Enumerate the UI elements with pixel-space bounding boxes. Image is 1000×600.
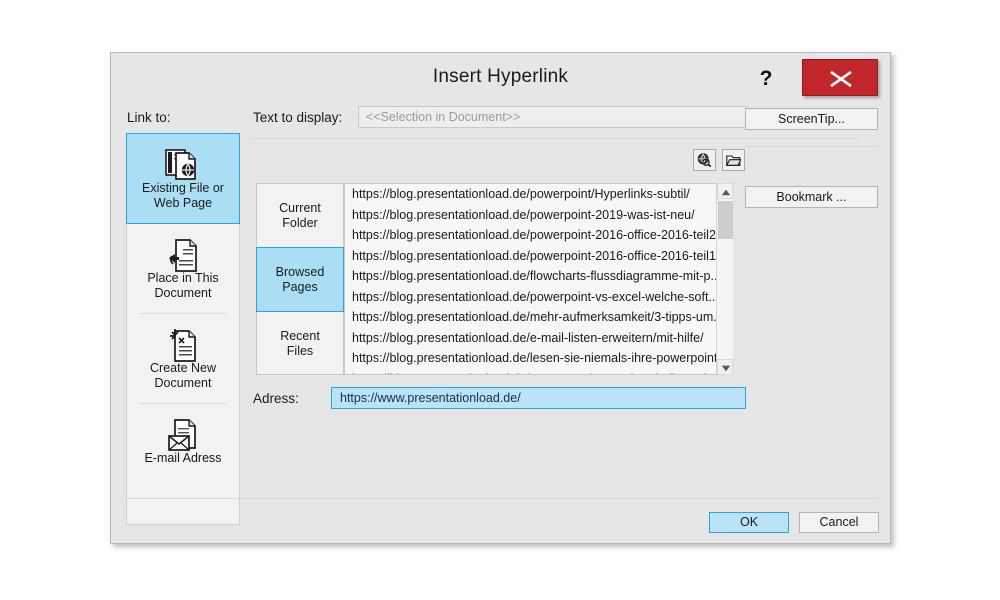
list-item[interactable]: https://blog.presentationload.de/powerpo… [345,287,732,308]
insert-hyperlink-dialog: Insert Hyperlink ? Link to: [110,52,891,544]
scroll-up-button[interactable] [717,183,733,199]
list-item[interactable]: https://blog.presentationload.de/mehr-au… [345,307,732,328]
list-item[interactable]: https://blog.presentationload.de/flowcha… [345,266,732,287]
address-value: https://www.presentationload.de/ [340,391,521,405]
close-icon [829,70,853,88]
list-item[interactable]: https://blog.presentationload.de/lesen-s… [345,348,732,369]
list-item[interactable]: https://blog.presentationload.de/powerpo… [345,205,732,226]
list-item[interactable]: https://blog.presentationload.de/powerpo… [345,225,732,246]
browse-the-web-button[interactable] [693,149,716,171]
sidebar-item-create-new-document[interactable]: Create New Document [127,314,239,403]
browse-the-web-icon [697,153,712,167]
scroll-up-arrow-icon [721,189,731,196]
sidebar-item-label: Place in This Document [127,266,239,313]
scrollbar-thumb[interactable] [718,201,733,239]
bookmark-button[interactable]: Bookmark ... [745,186,878,208]
sidebar-item-email-address[interactable]: E-mail Adress [127,404,239,478]
text-to-display-input[interactable]: <<Selection in Document>> [358,106,747,128]
place-in-this-document-icon [127,224,239,266]
tab-current-folder[interactable]: Current Folder [257,184,343,247]
list-item[interactable]: https://blog.presentationload.de/e-mail-… [345,328,732,349]
existing-file-or-web-page-icon [127,134,239,176]
sidebar-item-label: Existing File or Web Page [127,176,239,223]
email-address-icon [127,404,239,446]
link-to-label: Link to: [127,110,171,125]
footer-divider [125,498,878,499]
screentip-button[interactable]: ScreenTip... [745,108,878,130]
text-to-display-label: Text to display: [253,110,342,125]
text-to-display-value: <<Selection in Document>> [366,110,520,124]
tab-browsed-pages[interactable]: Browsed Pages [256,247,344,312]
sidebar-item-label: E-mail Adress [127,446,239,478]
sidebar-item-label: Create New Document [127,356,239,403]
sidebar-item-existing-file-or-web-page[interactable]: Existing File or Web Page [126,133,240,224]
screenshot-canvas: Insert Hyperlink ? Link to: [0,0,1000,600]
side-button-divider [745,146,878,147]
create-new-document-icon [127,314,239,356]
tab-recent-files[interactable]: Recent Files [257,312,343,375]
help-button[interactable]: ? [755,66,777,92]
browse-for-file-icon [726,153,741,167]
browse-for-file-button[interactable] [722,149,745,171]
scroll-down-arrow-icon [721,365,731,372]
cancel-button[interactable]: Cancel [799,512,879,533]
list-item[interactable]: https://blog.presentationload.de/powerpo… [345,246,732,267]
list-item[interactable]: https://blog.presentationload.de/powerpo… [345,184,732,205]
list-scrollbar[interactable] [716,183,733,375]
source-tab-column: Current Folder Browsed Pages Recent File… [256,183,344,375]
url-listbox[interactable]: https://blog.presentationload.de/powerpo… [344,183,733,375]
header-divider [251,138,857,139]
list-item[interactable]: https://blog.presentationload.de/praesen… [345,369,732,376]
address-input[interactable]: https://www.presentationload.de/ [331,387,746,409]
close-button[interactable] [802,59,878,96]
ok-button[interactable]: OK [709,512,789,533]
dialog-titlebar: Insert Hyperlink ? [111,53,890,105]
address-label: Adress: [253,391,299,406]
link-to-rail: Existing File or Web Page [126,133,240,525]
scroll-down-button[interactable] [717,359,733,375]
sidebar-item-place-in-this-document[interactable]: Place in This Document [127,224,239,313]
